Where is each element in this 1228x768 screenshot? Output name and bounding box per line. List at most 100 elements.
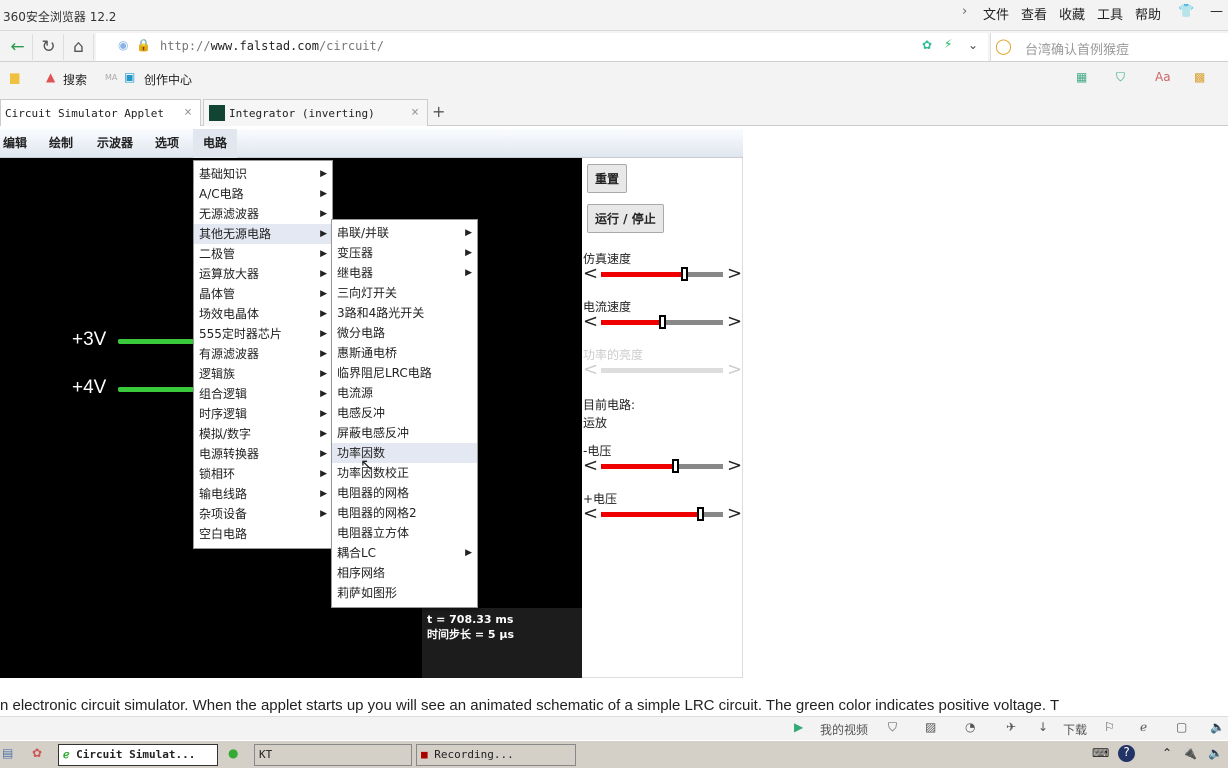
minimize-button[interactable]: — xyxy=(1210,4,1223,19)
download-icon[interactable]: ↓ xyxy=(1038,720,1048,734)
menu-item[interactable]: 变压器 ▶ xyxy=(332,243,477,263)
image-icon[interactable]: ▨ xyxy=(925,720,936,734)
menu-item[interactable]: 555定时器芯片 ▶ xyxy=(194,324,332,344)
insecure-lock-icon[interactable]: 🔒 xyxy=(136,38,151,52)
menu-item[interactable]: 莉萨如图形 xyxy=(332,583,477,603)
refresh-icon[interactable]: ↻ xyxy=(34,34,64,60)
menu-item[interactable]: 有源滤波器 ▶ xyxy=(194,344,332,364)
slider[interactable]: < > xyxy=(582,503,742,524)
bookmark-ma[interactable]: MA xyxy=(105,73,117,82)
speedup-icon[interactable]: ◔ xyxy=(965,720,975,734)
search-box[interactable]: ◯ 台湾确认首例猴痘 xyxy=(990,33,1228,61)
app-icon[interactable]: ✿ xyxy=(32,746,42,760)
tray-expand-icon[interactable]: ⌃ xyxy=(1162,746,1172,760)
menu-item[interactable]: 3路和4路光开关 xyxy=(332,303,477,323)
menu-item[interactable]: 三向灯开关 xyxy=(332,283,477,303)
increase-icon[interactable]: > xyxy=(727,263,742,284)
menu-item[interactable]: 时序逻辑 ▶ xyxy=(194,404,332,424)
menu-item[interactable]: 电阻器立方体 xyxy=(332,523,477,543)
menu-scope[interactable]: 示波器 xyxy=(94,129,143,158)
menu-circuits[interactable]: 电路 xyxy=(193,129,238,158)
menu-item[interactable]: 输电线路 ▶ xyxy=(194,484,332,504)
reset-button[interactable]: 重置 xyxy=(587,164,628,193)
translate-icon[interactable]: Aa xyxy=(1155,70,1171,84)
menu-help[interactable]: 帮助 xyxy=(1135,4,1161,23)
slider-thumb[interactable] xyxy=(672,459,680,473)
menu-item[interactable]: 运算放大器 ▶ xyxy=(194,264,332,284)
wechat-icon[interactable]: ● xyxy=(228,746,238,760)
menu-item[interactable]: 空白电路 xyxy=(194,524,332,544)
volume-icon[interactable]: 🔈 xyxy=(1208,746,1223,760)
apps-icon[interactable]: ▦ xyxy=(1076,70,1087,84)
decrease-icon[interactable]: < xyxy=(583,359,598,380)
close-icon[interactable]: × xyxy=(411,105,419,120)
desktop-icon[interactable]: ▤ xyxy=(2,746,13,760)
back-icon[interactable]: ← xyxy=(3,34,33,60)
shield-icon[interactable]: ⛉ xyxy=(1116,70,1125,85)
slider[interactable]: < > xyxy=(582,455,742,476)
menu-item[interactable]: A/C电路 ▶ xyxy=(194,184,332,204)
menu-draw[interactable]: 绘制 xyxy=(46,129,83,158)
slider-track[interactable] xyxy=(601,267,723,281)
tab-integrator[interactable]: Integrator (inverting) × xyxy=(203,99,428,126)
menu-edit[interactable]: 编辑 xyxy=(0,129,37,158)
keyboard-icon[interactable]: ⌨ xyxy=(1092,746,1109,760)
menu-item[interactable]: 杂项设备 ▶ xyxy=(194,504,332,524)
window-icon[interactable]: ▢ xyxy=(1176,720,1187,734)
video-icon[interactable]: ▶ xyxy=(794,720,803,734)
flag-icon[interactable]: ⚐ xyxy=(1104,720,1115,734)
menu-item[interactable]: 组合逻辑 ▶ xyxy=(194,384,332,404)
menu-options[interactable]: 选项 xyxy=(152,129,189,158)
decrease-icon[interactable]: < xyxy=(583,311,598,332)
menu-item[interactable]: 电阻器的网格 xyxy=(332,483,477,503)
search-engine-icon[interactable]: ◯ xyxy=(995,37,1012,55)
bookmark-creator[interactable]: 创作中心 xyxy=(144,71,192,88)
slider[interactable]: < > xyxy=(582,263,742,284)
decrease-icon[interactable]: < xyxy=(583,503,598,524)
menu-item[interactable]: 电阻器的网格2 xyxy=(332,503,477,523)
menu-view[interactable]: 查看 xyxy=(1021,4,1047,23)
slider-track[interactable] xyxy=(601,459,723,473)
help-icon[interactable]: ? xyxy=(1118,745,1135,762)
url-text[interactable]: http://www.falstad.com/circuit/ xyxy=(160,39,384,53)
shield-icon[interactable]: ⛉ xyxy=(888,720,897,735)
slider-thumb[interactable] xyxy=(680,267,688,281)
menu-item[interactable]: 继电器 ▶ xyxy=(332,263,477,283)
menu-item[interactable]: 电源转换器 ▶ xyxy=(194,444,332,464)
search-input[interactable]: 台湾确认首例猴痘 xyxy=(1025,39,1129,58)
slider-thumb[interactable] xyxy=(659,315,666,329)
slider-thumb[interactable] xyxy=(696,507,704,521)
chevron-right-icon[interactable]: › xyxy=(962,4,967,19)
run-stop-button[interactable]: 运行 / 停止 xyxy=(587,204,664,233)
folder-icon[interactable]: ▆ xyxy=(10,70,19,84)
slider-track[interactable] xyxy=(601,368,723,373)
menu-item[interactable]: 电感反冲 xyxy=(332,403,477,423)
slider-track[interactable] xyxy=(601,315,723,329)
power-icon[interactable]: 🔌 xyxy=(1182,746,1197,760)
download-label[interactable]: 下载 xyxy=(1063,721,1087,738)
decrease-icon[interactable]: < xyxy=(583,455,598,476)
taskbar-item-recording[interactable]: ■ Recording... xyxy=(416,744,576,766)
menu-tools[interactable]: 工具 xyxy=(1097,4,1123,23)
menu-item[interactable]: 耦合LC ▶ xyxy=(332,543,477,563)
menu-item[interactable]: 无源滤波器 ▶ xyxy=(194,204,332,224)
menu-item[interactable]: 微分电路 xyxy=(332,323,477,343)
slider-track[interactable] xyxy=(601,507,723,521)
menu-item[interactable]: 晶体管 ▶ xyxy=(194,284,332,304)
increase-icon[interactable]: > xyxy=(727,503,742,524)
menu-item[interactable]: 二极管 ▶ xyxy=(194,244,332,264)
increase-icon[interactable]: > xyxy=(727,311,742,332)
menu-item[interactable]: 锁相环 ▶ xyxy=(194,464,332,484)
increase-icon[interactable]: > xyxy=(727,359,742,380)
tab-circuit-simulator[interactable]: Circuit Simulator Applet × xyxy=(0,99,201,126)
menu-item[interactable]: 惠斯通电桥 xyxy=(332,343,477,363)
dropdown-icon[interactable]: ⌄ xyxy=(968,38,978,52)
my-videos[interactable]: 我的视频 xyxy=(820,721,868,738)
home-icon[interactable]: ⌂ xyxy=(64,34,94,60)
menu-item[interactable]: 场效电晶体 ▶ xyxy=(194,304,332,324)
slider[interactable]: < > xyxy=(582,359,742,380)
lightning-icon[interactable]: ⚡ xyxy=(944,37,952,51)
speed-icon[interactable]: ✿ xyxy=(922,38,932,52)
menu-item[interactable]: 相序网络 xyxy=(332,563,477,583)
menu-item[interactable]: 功率因数校正 xyxy=(332,463,477,483)
